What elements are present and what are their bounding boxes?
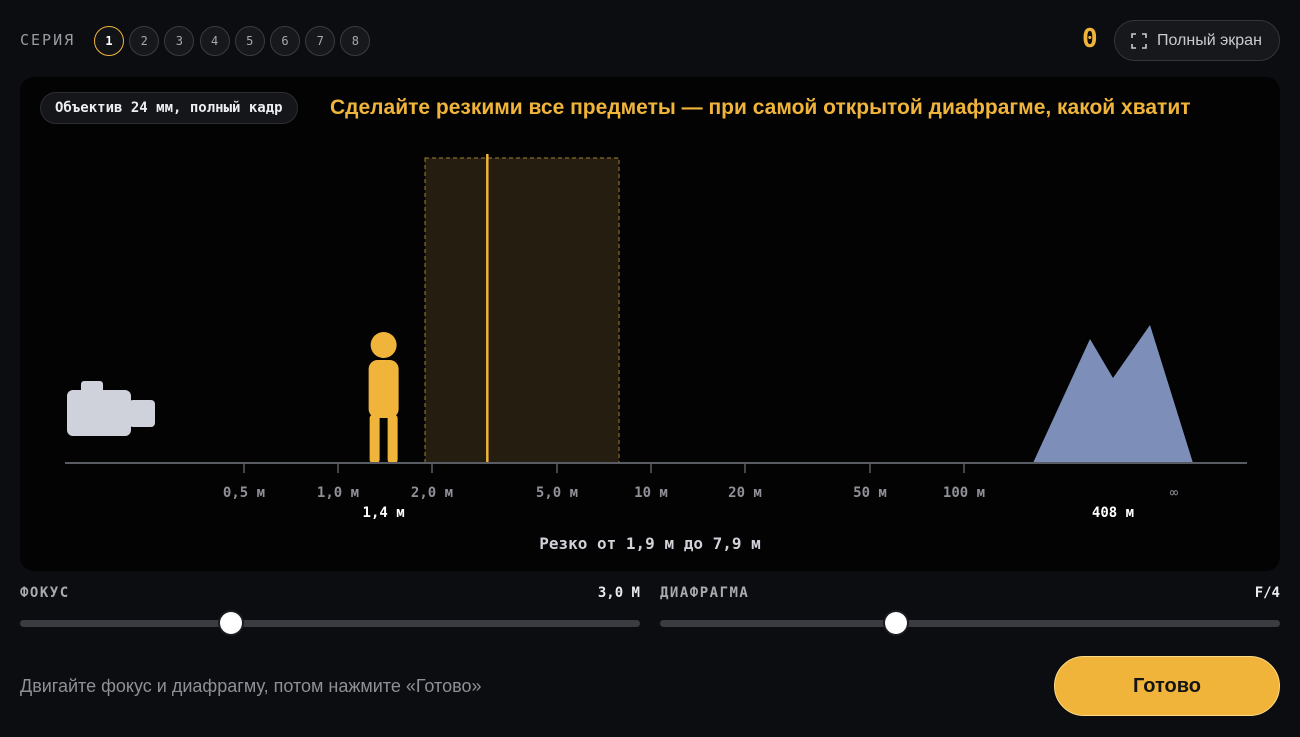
axis-tick-label: 5,0 м	[536, 485, 578, 501]
series-button-6[interactable]: 6	[270, 26, 300, 56]
depth-of-field-scene: 0,5 м 1,0 м 2,0 м 5,0 м 10 м 20 м 50 м 100 м ∞ …	[65, 154, 1247, 521]
series-button-3[interactable]: 3	[164, 26, 195, 56]
axis-tick-label: 10 м	[634, 485, 668, 501]
person-icon	[368, 332, 399, 463]
person-distance-label: 1,4 м	[363, 505, 405, 521]
scene-panel: Объектив 24 мм, полный кадр Сделайте рез…	[20, 77, 1280, 571]
aperture-label: ДИАФРАГМА	[660, 585, 750, 601]
axis-tick-label: 2,0 м	[411, 485, 453, 501]
axis-tick-label: 0,5 м	[223, 485, 265, 501]
aperture-slider-track[interactable]	[660, 620, 1280, 627]
series-button-1[interactable]: 1	[94, 26, 124, 56]
done-button[interactable]: Готово	[1054, 656, 1280, 716]
focus-slider-thumb[interactable]	[219, 612, 242, 634]
aperture-slider-thumb[interactable]	[884, 612, 907, 634]
mountain-icon	[1033, 325, 1193, 463]
fullscreen-label: Полный экран	[1157, 31, 1262, 49]
axis-tick-label: 100 м	[943, 485, 985, 501]
series-button-2[interactable]: 2	[129, 26, 160, 56]
focus-value: 3,0 М	[597, 585, 640, 601]
hint-text: Двигайте фокус и диафрагму, потом нажмит…	[20, 676, 482, 696]
series-label: СЕРИЯ	[20, 31, 76, 49]
camera-icon	[67, 381, 155, 436]
score-counter: 0	[1082, 24, 1098, 54]
series-button-4[interactable]: 4	[199, 26, 230, 56]
axis-tick-label: 1,0 м	[317, 485, 359, 501]
aperture-value: F/4	[1254, 585, 1280, 601]
focus-label: ФОКУС	[20, 585, 70, 601]
sharp-range-text: Резко от 1,9 м до 7,9 м	[539, 534, 761, 553]
series-button-7[interactable]: 7	[305, 26, 336, 56]
axis-tick-label: 20 м	[728, 485, 762, 501]
depth-of-field-zone	[424, 157, 620, 464]
fullscreen-icon	[1131, 32, 1147, 49]
fullscreen-button[interactable]: Полный экран	[1114, 20, 1280, 61]
series-button-5[interactable]: 5	[234, 26, 265, 56]
axis-tick-label: 50 м	[853, 485, 887, 501]
focus-slider-track[interactable]	[20, 620, 640, 627]
series-button-8[interactable]: 8	[340, 26, 371, 56]
top-bar: СЕРИЯ 12345678 0 Полный экран	[0, 0, 1300, 80]
mountain-distance-label: 408 м	[1092, 505, 1134, 521]
infinity-tick-label: ∞	[1170, 485, 1179, 501]
